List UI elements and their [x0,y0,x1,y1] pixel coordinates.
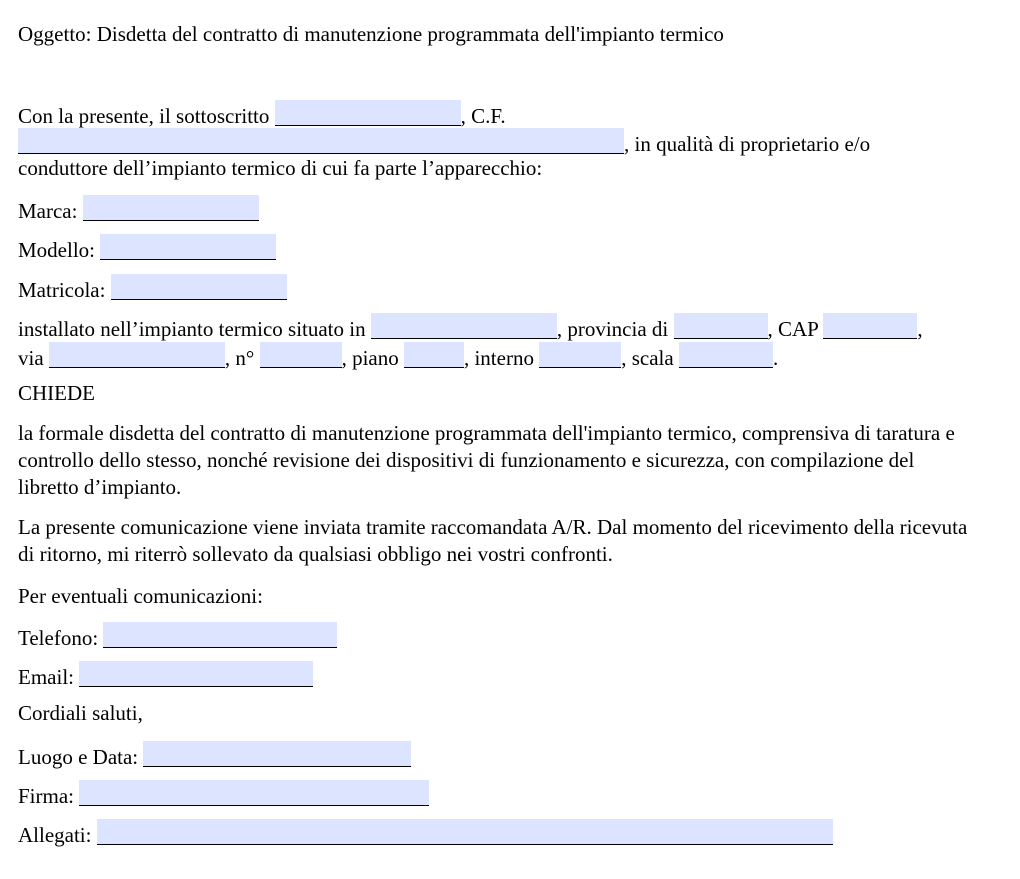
modello-label: Modello: [18,238,95,262]
contacts-heading-text: Per eventuali comunicazioni: [18,584,263,608]
email-field[interactable] [79,661,314,687]
matricola-field[interactable] [110,274,287,300]
codice-fiscale-field[interactable] [18,128,624,154]
sottoscritto-field[interactable] [274,100,461,126]
comune-field[interactable] [370,313,557,339]
intro-line-1: Con la presente, il sottoscritto , C.F. [18,100,506,128]
cap-label: , CAP [767,317,819,341]
scala-period: . [772,346,779,370]
email-label: Email: [18,665,74,689]
marca-field[interactable] [82,195,259,221]
modello-field[interactable] [100,234,277,260]
contacts-heading: Per eventuali comunicazioni: [18,584,263,608]
cf-label: , C.F. [460,104,506,128]
piano-label: , piano [341,346,399,370]
modello-row: Modello: [18,234,277,262]
via-field[interactable] [48,342,225,368]
firma-field[interactable] [79,780,430,806]
allegati-field[interactable] [96,819,833,845]
cap-comma: , [917,317,923,341]
allegati-label: Allegati: [18,823,92,847]
scala-field[interactable] [678,342,773,368]
intro-line-2: , in qualità di proprietario e/o [18,128,870,156]
subject-line: Oggetto: Disdetta del contratto di manut… [18,22,724,46]
notice-paragraph: La presente comunicazione viene inviata … [18,515,968,566]
intro-text: Con la presente, il sottoscritto [18,104,270,128]
via-label: via [18,346,44,370]
provincia-label: , provincia di [556,317,669,341]
piano-field[interactable] [403,342,464,368]
telefono-row: Telefono: [18,622,338,650]
installato-label: installato nell’impianto termico situato… [18,317,366,341]
matricola-label: Matricola: [18,278,106,302]
marca-row: Marca: [18,195,259,223]
provincia-field[interactable] [673,313,768,339]
closing-text: Cordiali saluti, [18,701,143,725]
interno-label: , interno [463,346,534,370]
luogo-data-row: Luogo e Data: [18,741,412,769]
luogo-data-label: Luogo e Data: [18,745,139,769]
conduttore-text: conduttore dell’impianto termico di cui … [18,156,543,180]
numero-label: , n° [224,346,255,370]
allegati-row: Allegati: [18,819,833,847]
luogo-data-field[interactable] [143,741,412,767]
telefono-label: Telefono: [18,626,99,650]
numero-field[interactable] [259,342,342,368]
address-line-1: installato nell’impianto termico situato… [18,313,923,341]
matricola-row: Matricola: [18,274,287,302]
telefono-field[interactable] [103,622,338,648]
chiede-heading: CHIEDE [18,381,95,405]
cap-field[interactable] [823,313,918,339]
closing-line: Cordiali saluti, [18,701,143,725]
subject-text: Oggetto: Disdetta del contratto di manut… [18,22,724,46]
intro-line-3: conduttore dell’impianto termico di cui … [18,156,542,180]
firma-label: Firma: [18,784,74,808]
chiede-text: CHIEDE [18,381,95,405]
scala-label: , scala [621,346,674,370]
interno-field[interactable] [539,342,622,368]
email-row: Email: [18,661,314,689]
address-line-2: via , n° , piano , interno , scala . [18,342,778,370]
qualita-text: , in qualità di proprietario e/o [624,132,871,156]
request-paragraph: la formale disdetta del contratto di man… [18,421,955,499]
firma-row: Firma: [18,780,430,808]
marca-label: Marca: [18,199,78,223]
